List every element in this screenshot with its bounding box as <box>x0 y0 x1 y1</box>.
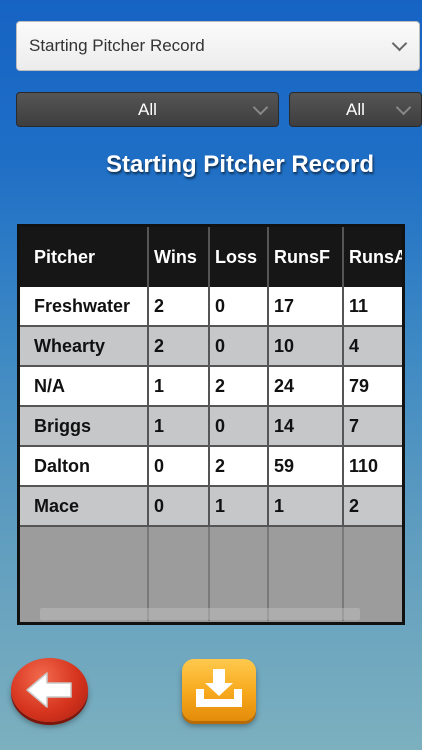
download-tray-icon <box>196 669 242 707</box>
filter-select-2[interactable]: All <box>289 92 422 127</box>
report-type-select-value: Starting Pitcher Record <box>29 36 205 55</box>
cell-runs-against: 11 <box>343 287 402 327</box>
page-title: Starting Pitcher Record <box>105 151 375 178</box>
cell-pitcher: Freshwater <box>20 287 149 327</box>
table-empty-area <box>20 526 402 621</box>
cell-wins: 0 <box>148 486 210 527</box>
cell-pitcher: Dalton <box>20 446 149 487</box>
cell-loss: 2 <box>209 366 269 407</box>
cell-loss: 0 <box>209 287 269 327</box>
cell-runs-for: 24 <box>268 366 344 407</box>
cell-pitcher: Mace <box>20 486 149 527</box>
table-row[interactable]: Freshwater 2 0 17 11 <box>20 287 402 327</box>
cell-loss: 2 <box>209 446 269 487</box>
table-row[interactable]: N/A 1 2 24 79 <box>20 366 402 407</box>
chevron-down-icon <box>252 99 269 115</box>
cell-wins: 0 <box>148 446 210 487</box>
chevron-down-icon <box>395 99 412 115</box>
cell-wins: 2 <box>148 287 210 327</box>
horizontal-scrollbar[interactable] <box>40 608 360 620</box>
table-row[interactable]: Dalton 0 2 59 110 <box>20 446 402 487</box>
cell-loss: 0 <box>209 406 269 447</box>
column-header-wins[interactable]: Wins <box>148 227 210 287</box>
column-header-runs-for[interactable]: RunsF <box>268 227 344 287</box>
cell-wins: 1 <box>148 366 210 407</box>
cell-runs-against: 2 <box>343 486 402 527</box>
table-row[interactable]: Briggs 1 0 14 7 <box>20 406 402 447</box>
filter-select-1[interactable]: All <box>16 92 279 127</box>
cell-loss: 0 <box>209 326 269 367</box>
cell-pitcher: N/A <box>20 366 149 407</box>
table-row[interactable]: Mace 0 1 1 2 <box>20 486 402 527</box>
column-header-runs-against[interactable]: RunsA <box>343 227 402 287</box>
cell-wins: 1 <box>148 406 210 447</box>
cell-pitcher: Whearty <box>20 326 149 367</box>
cell-pitcher: Briggs <box>20 406 149 447</box>
export-button[interactable] <box>182 659 256 721</box>
filter-select-2-value: All <box>346 99 365 119</box>
column-header-pitcher[interactable]: Pitcher <box>20 227 149 287</box>
report-type-select[interactable]: Starting Pitcher Record <box>16 21 420 71</box>
stats-table: Pitcher Wins Loss RunsF RunsA Freshwater… <box>20 227 402 621</box>
back-button[interactable] <box>11 658 88 722</box>
table-header-row: Pitcher Wins Loss RunsF RunsA <box>20 227 402 287</box>
cell-wins: 2 <box>148 326 210 367</box>
cell-loss: 1 <box>209 486 269 527</box>
cell-runs-against: 4 <box>343 326 402 367</box>
cell-runs-against: 110 <box>343 446 402 487</box>
cell-runs-against: 79 <box>343 366 402 407</box>
cell-runs-for: 14 <box>268 406 344 447</box>
cell-runs-for: 59 <box>268 446 344 487</box>
column-header-loss[interactable]: Loss <box>209 227 269 287</box>
table-row[interactable]: Whearty 2 0 10 4 <box>20 326 402 367</box>
cell-runs-for: 17 <box>268 287 344 327</box>
filter-select-1-value: All <box>138 99 157 119</box>
cell-runs-for: 10 <box>268 326 344 367</box>
cell-runs-for: 1 <box>268 486 344 527</box>
stats-table-container[interactable]: Pitcher Wins Loss RunsF RunsA Freshwater… <box>17 224 405 625</box>
chevron-down-icon <box>391 35 408 51</box>
cell-runs-against: 7 <box>343 406 402 447</box>
arrow-left-icon <box>26 672 72 708</box>
